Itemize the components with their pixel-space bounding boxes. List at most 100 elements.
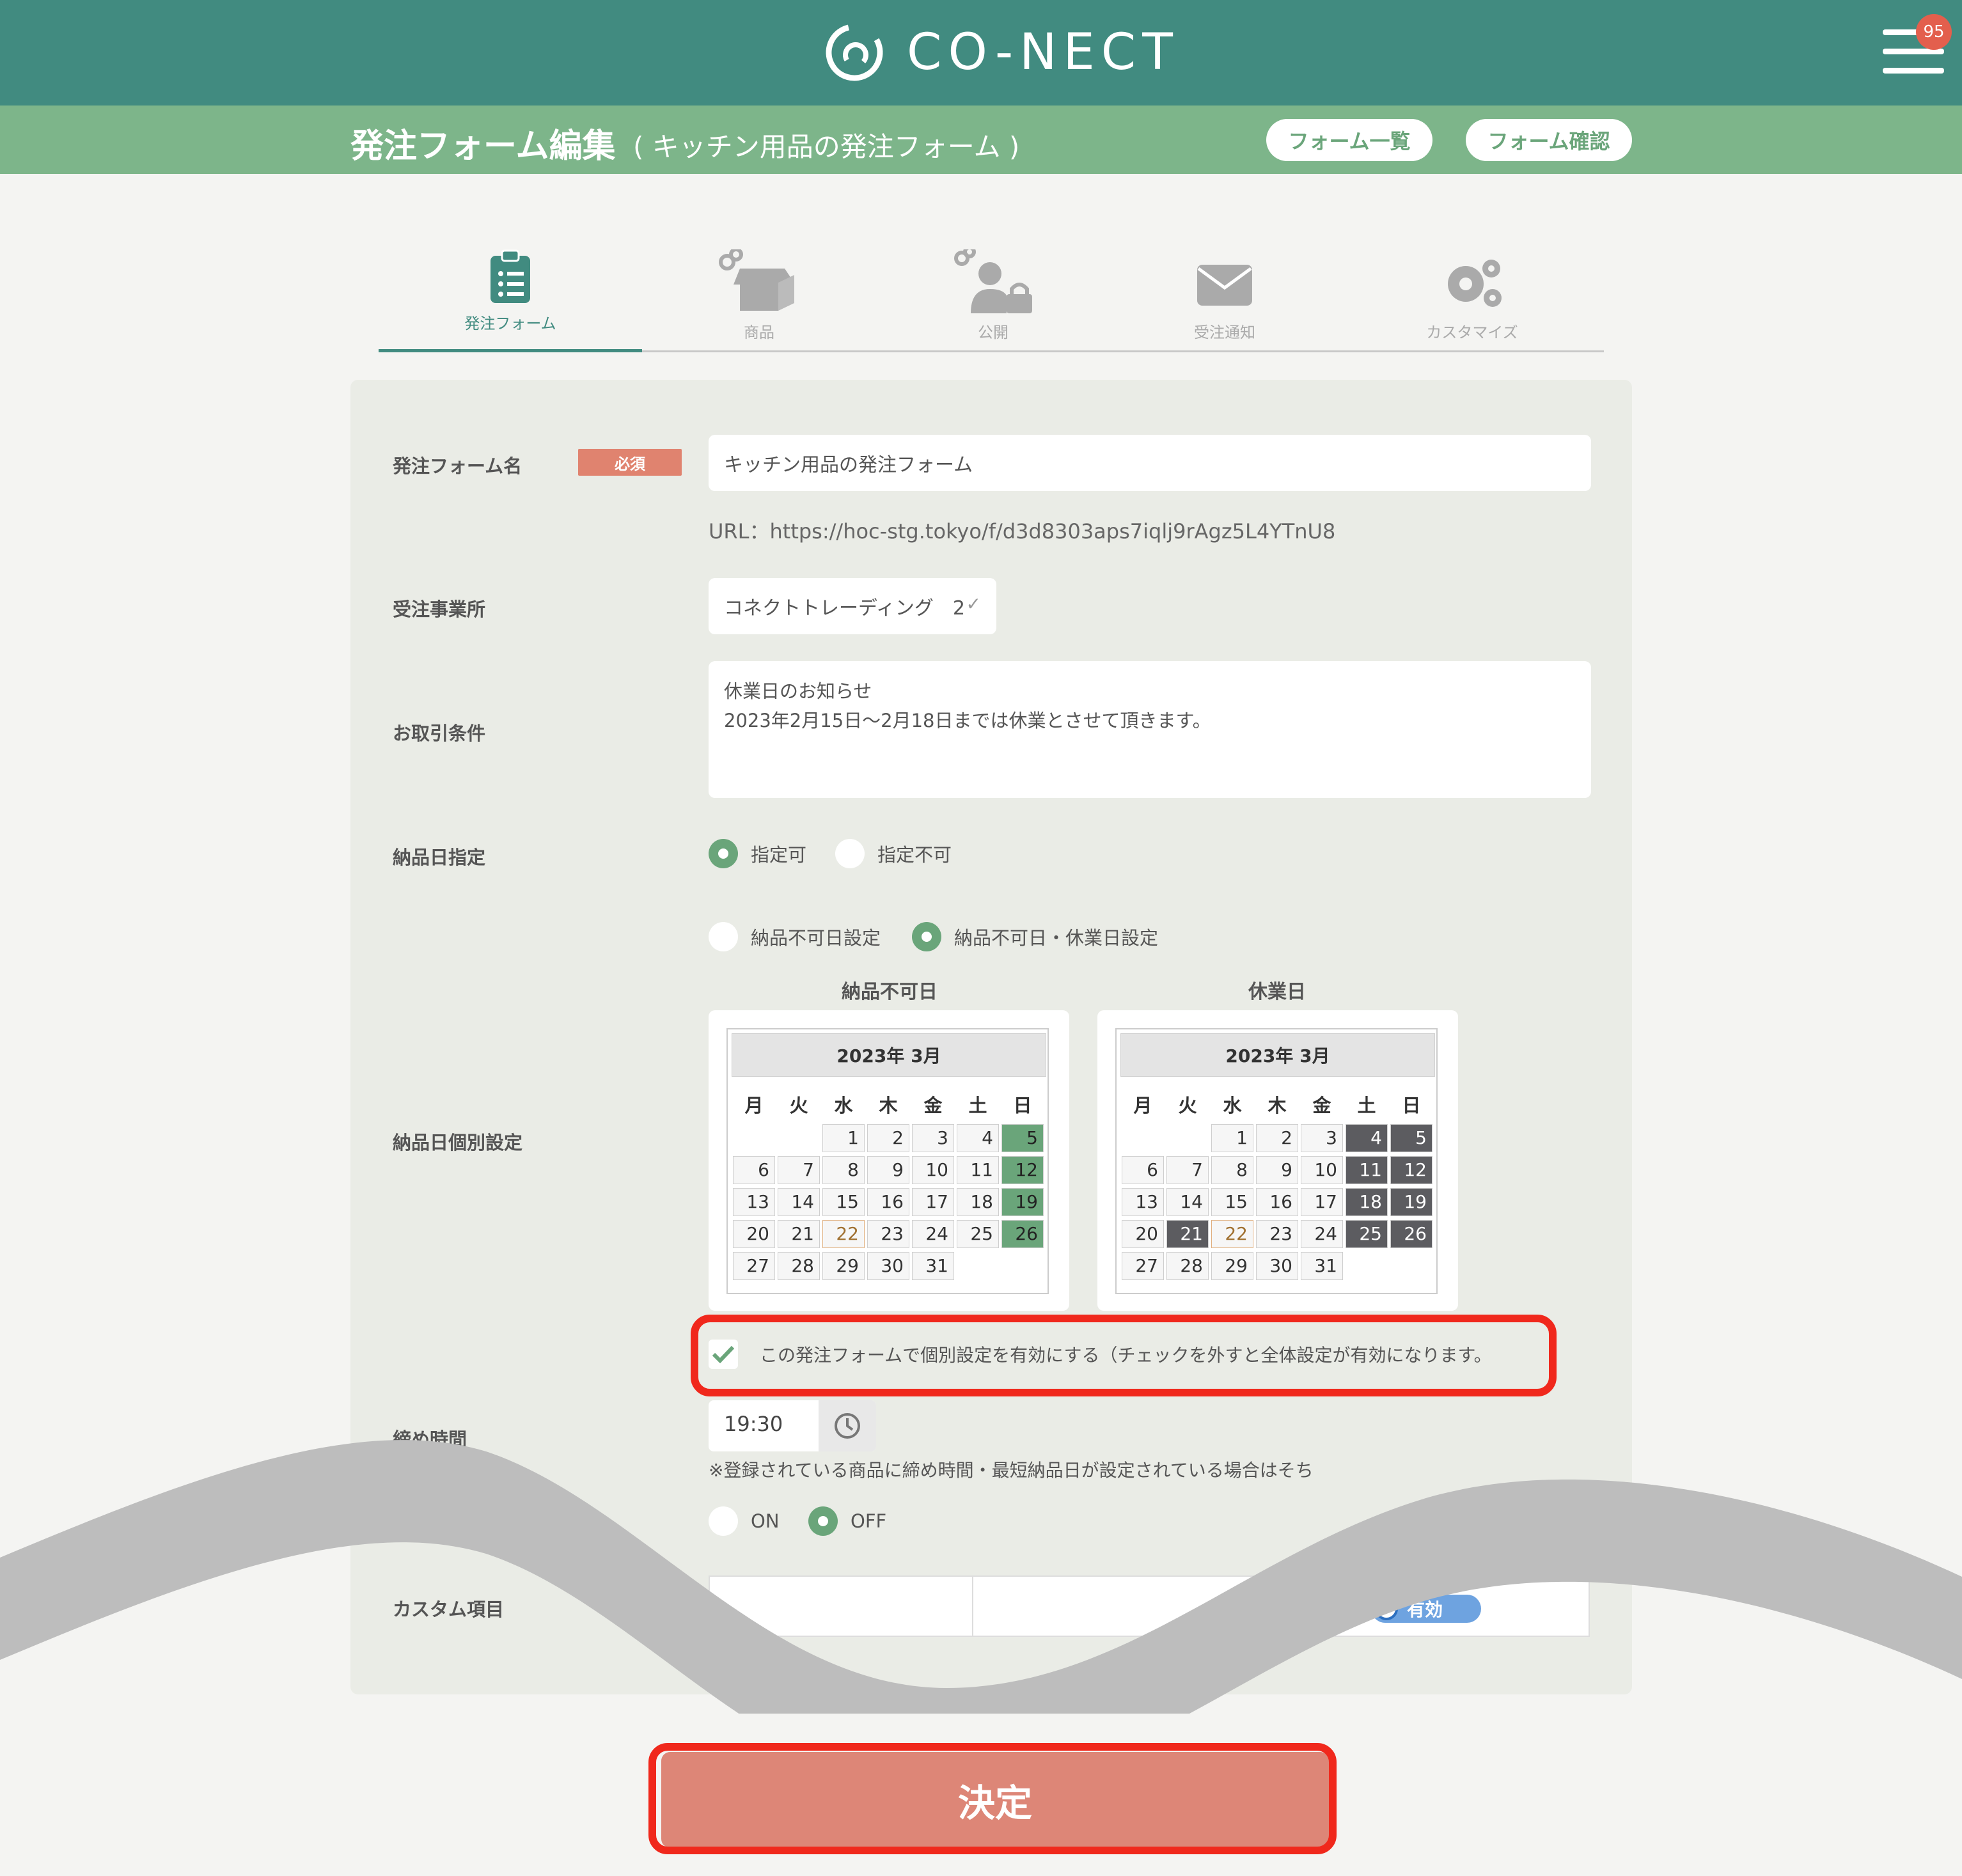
weekday-header: 水 — [1223, 1095, 1242, 1116]
weekday-header: 土 — [1357, 1095, 1376, 1116]
calendar-day[interactable]: 17 — [912, 1188, 954, 1216]
calendar-day[interactable]: 14 — [1166, 1188, 1209, 1216]
form-confirm-button[interactable]: フォーム確認 — [1466, 119, 1632, 161]
tab-order-notify[interactable]: 受注通知 — [1129, 249, 1321, 342]
calendar-day[interactable]: 1 — [1211, 1124, 1253, 1152]
calendar-day[interactable]: 4 — [957, 1124, 999, 1152]
tab-publish[interactable]: 公開 — [897, 249, 1089, 342]
calendar-day[interactable]: 21 — [1166, 1220, 1209, 1248]
mode-radio-nodelivery[interactable]: 納品不可日設定 — [709, 922, 881, 951]
calendar-day[interactable]: 16 — [867, 1188, 909, 1216]
calendar-day[interactable]: 2 — [1256, 1124, 1298, 1152]
form-name-input[interactable]: キッチン用品の発注フォーム — [709, 435, 1591, 491]
calendar-day[interactable]: 27 — [733, 1252, 775, 1280]
calendar-day[interactable]: 30 — [867, 1252, 909, 1280]
delivery-radio-yes[interactable]: 指定可 — [709, 839, 806, 868]
calendar-day[interactable]: 14 — [778, 1188, 820, 1216]
weekday-header: 月 — [744, 1095, 764, 1116]
calendar-day[interactable]: 7 — [1166, 1156, 1209, 1184]
calendar-holiday: 2023年 3月 月火水木金土日 1 2 3 4 5 6 7 8 9 10 11 12 13 14 15 16 1… — [1097, 1010, 1458, 1311]
terms-line-1: 休業日のお知らせ — [724, 680, 872, 702]
calendar-day[interactable]: 11 — [1346, 1156, 1388, 1184]
calendar-day[interactable]: 18 — [1346, 1188, 1388, 1216]
calendar-day[interactable]: 8 — [822, 1156, 865, 1184]
notification-badge: 95 — [1916, 14, 1952, 50]
calendar-day[interactable]: 5 — [1001, 1124, 1044, 1152]
calendar-day[interactable]: 22 — [1211, 1220, 1253, 1248]
calendar-day[interactable]: 25 — [1346, 1220, 1388, 1248]
calendar-day[interactable]: 24 — [912, 1220, 954, 1248]
calendar-day[interactable]: 20 — [1122, 1220, 1164, 1248]
calendar-day[interactable]: 13 — [733, 1188, 775, 1216]
terms-textarea[interactable]: 休業日のお知らせ 2023年2月15日〜2月18日までは休業とさせて頂きます。 — [709, 661, 1591, 798]
highlight-checkbox-frame — [691, 1315, 1557, 1396]
calendar-day[interactable]: 3 — [1301, 1124, 1343, 1152]
calendar-grid: 2023年 3月 月火水木金土日 1 2 3 4 5 6 7 8 9 10 11 12 13 14 15 16 1… — [1115, 1028, 1438, 1294]
calendar-day[interactable]: 28 — [1166, 1252, 1209, 1280]
calendar-day[interactable]: 18 — [957, 1188, 999, 1216]
calendar-day[interactable]: 20 — [733, 1220, 775, 1248]
calendar-day[interactable]: 22 — [822, 1220, 865, 1248]
calendar-day[interactable]: 6 — [1122, 1156, 1164, 1184]
tab-customize-label: カスタマイズ — [1426, 324, 1518, 341]
calendar-day[interactable]: 8 — [1211, 1156, 1253, 1184]
user-lock-link-icon — [954, 249, 1032, 313]
calendar-day[interactable]: 4 — [1346, 1124, 1388, 1152]
calendar-day[interactable]: 21 — [778, 1220, 820, 1248]
tab-products[interactable]: 商品 — [663, 249, 855, 342]
calendar-day[interactable]: 25 — [957, 1220, 999, 1248]
form-list-button[interactable]: フォーム一覧 — [1266, 119, 1432, 161]
calendar-day[interactable]: 9 — [867, 1156, 909, 1184]
calendar-day[interactable]: 26 — [1001, 1220, 1044, 1248]
calendar-day[interactable]: 5 — [1390, 1124, 1432, 1152]
tab-customize[interactable]: カスタマイズ — [1376, 249, 1568, 342]
calendar-day[interactable]: 19 — [1001, 1188, 1044, 1216]
office-label: 受注事業所 — [393, 598, 486, 620]
logo[interactable]: CO-NECT — [824, 19, 1179, 86]
calendar-day[interactable]: 26 — [1390, 1220, 1432, 1248]
delivery-radio-no[interactable]: 指定不可 — [835, 839, 952, 868]
calendar-month-header: 2023年 3月 — [1120, 1033, 1435, 1077]
calendar-nodelivery: 2023年 3月 月火水木金土日 1 2 3 4 5 6 7 8 9 10 11 12 13 14 15 16 1… — [709, 1010, 1069, 1311]
calendar-day[interactable]: 23 — [1256, 1220, 1298, 1248]
calendar-day[interactable]: 6 — [733, 1156, 775, 1184]
calendar-day[interactable]: 9 — [1256, 1156, 1298, 1184]
calendar-day[interactable]: 16 — [1256, 1188, 1298, 1216]
calendar-day[interactable]: 23 — [867, 1220, 909, 1248]
calendar-day[interactable]: 2 — [867, 1124, 909, 1152]
calendar-day[interactable]: 19 — [1390, 1188, 1432, 1216]
office-select[interactable]: コネクトトレーディング 2 ✓ — [709, 578, 996, 634]
conect-logo-icon — [826, 24, 883, 81]
tab-order-notify-label: 受注通知 — [1194, 324, 1255, 341]
calendar-day[interactable]: 3 — [912, 1124, 954, 1152]
clipboard-list-icon — [490, 249, 530, 303]
calendar-day[interactable]: 24 — [1301, 1220, 1343, 1248]
calendar-day[interactable]: 17 — [1301, 1188, 1343, 1216]
calendar-day[interactable]: 13 — [1122, 1188, 1164, 1216]
calendar-day[interactable]: 28 — [778, 1252, 820, 1280]
calendar-day[interactable]: 30 — [1256, 1252, 1298, 1280]
cut-wave-overlay — [0, 1440, 1962, 1714]
calendar-day[interactable]: 7 — [778, 1156, 820, 1184]
calendar-day[interactable]: 12 — [1390, 1156, 1432, 1184]
calendar-day[interactable]: 12 — [1001, 1156, 1044, 1184]
calendar-day[interactable]: 31 — [1301, 1252, 1343, 1280]
weekday-header: 金 — [1312, 1095, 1331, 1116]
calendar-day[interactable]: 11 — [957, 1156, 999, 1184]
tab-order-form[interactable]: 発注フォーム — [414, 249, 606, 333]
calendar-day[interactable]: 27 — [1122, 1252, 1164, 1280]
calendar-day[interactable]: 10 — [912, 1156, 954, 1184]
envelope-icon — [1197, 265, 1252, 306]
weekday-header: 日 — [1402, 1095, 1421, 1116]
calendar-day[interactable]: 29 — [822, 1252, 865, 1280]
calendar-day[interactable]: 1 — [822, 1124, 865, 1152]
calendar-day[interactable]: 31 — [912, 1252, 954, 1280]
mode-radio-nodelivery-holiday[interactable]: 納品不可日・休業日設定 — [912, 922, 1158, 951]
radio-off-icon — [835, 839, 865, 868]
calendar-day[interactable]: 15 — [1211, 1188, 1253, 1216]
gears-icon — [1448, 260, 1502, 307]
calendar-day[interactable]: 15 — [822, 1188, 865, 1216]
calendar-day[interactable]: 10 — [1301, 1156, 1343, 1184]
calendar-day[interactable]: 29 — [1211, 1252, 1253, 1280]
terms-line-2: 2023年2月15日〜2月18日までは休業とさせて頂きます。 — [724, 710, 1211, 731]
